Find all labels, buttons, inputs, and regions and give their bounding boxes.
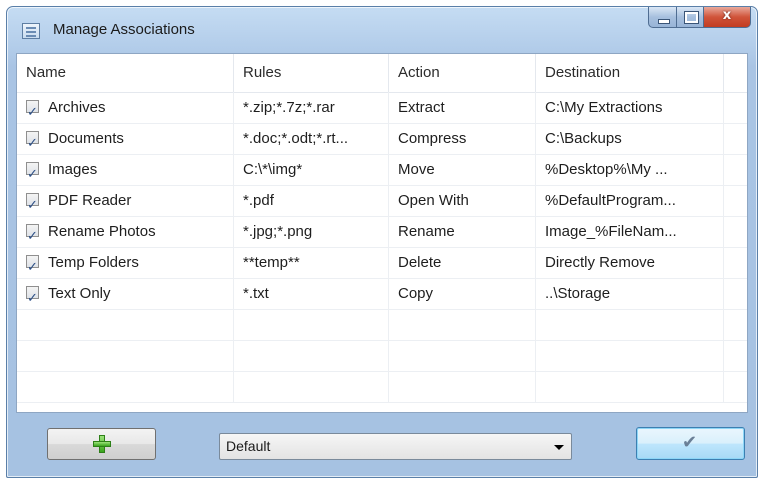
manage-associations-window: Manage Associations x Name Rules Action … bbox=[6, 6, 758, 478]
cell-name: Images bbox=[17, 154, 234, 185]
maximize-button[interactable] bbox=[677, 7, 704, 28]
cell-name: Documents bbox=[17, 123, 234, 154]
cell-action: Extract bbox=[389, 92, 536, 123]
cell-filler bbox=[724, 216, 747, 247]
cell-destination: %DefaultProgram... bbox=[536, 185, 724, 216]
cell-destination: Image_%FileNam... bbox=[536, 216, 724, 247]
minimize-button[interactable] bbox=[648, 7, 677, 28]
cell-rules: *.doc;*.odt;*.rt... bbox=[234, 123, 389, 154]
title-bar[interactable]: Manage Associations x bbox=[7, 7, 757, 49]
table-row[interactable]: Archives *.zip;*.7z;*.rar Extract C:\My … bbox=[17, 92, 747, 124]
cell-name: PDF Reader bbox=[17, 185, 234, 216]
table-header: Name Rules Action Destination bbox=[17, 54, 747, 93]
row-name: Archives bbox=[48, 99, 106, 116]
cell-filler bbox=[724, 92, 747, 123]
cell-destination: ..\Storage bbox=[536, 278, 724, 309]
row-checkbox[interactable] bbox=[26, 128, 39, 154]
cell-action: Copy bbox=[389, 278, 536, 309]
cell-destination: %Desktop%\My ... bbox=[536, 154, 724, 185]
cell-name: Archives bbox=[17, 92, 234, 123]
cell-action: Delete bbox=[389, 247, 536, 278]
cell-destination: C:\Backups bbox=[536, 123, 724, 154]
row-checkbox[interactable] bbox=[26, 221, 39, 247]
cell-filler bbox=[724, 154, 747, 185]
table-row[interactable]: Documents *.doc;*.odt;*.rt... Compress C… bbox=[17, 123, 747, 155]
empty-row bbox=[17, 371, 747, 403]
cell-action: Move bbox=[389, 154, 536, 185]
row-checkbox[interactable] bbox=[26, 283, 39, 309]
table-row[interactable]: Temp Folders **temp** Delete Directly Re… bbox=[17, 247, 747, 279]
cell-rules: C:\*\img* bbox=[234, 154, 389, 185]
add-association-button[interactable] bbox=[47, 428, 156, 460]
cell-action: Rename bbox=[389, 216, 536, 247]
column-header-rules[interactable]: Rules bbox=[234, 54, 389, 92]
bottom-bar: Default ✔ bbox=[16, 419, 748, 469]
table-row[interactable]: PDF Reader *.pdf Open With %DefaultProgr… bbox=[17, 185, 747, 217]
cell-action: Open With bbox=[389, 185, 536, 216]
close-button[interactable]: x bbox=[704, 7, 751, 28]
ok-button[interactable]: ✔ bbox=[636, 427, 745, 460]
cell-name: Text Only bbox=[17, 278, 234, 309]
cell-action: Compress bbox=[389, 123, 536, 154]
cell-filler bbox=[724, 278, 747, 309]
table-row[interactable]: Rename Photos *.jpg;*.png Rename Image_%… bbox=[17, 216, 747, 248]
cell-filler bbox=[724, 185, 747, 216]
row-name: Images bbox=[48, 161, 98, 178]
close-icon: x bbox=[722, 8, 732, 23]
column-header-destination[interactable]: Destination bbox=[536, 54, 724, 92]
cell-destination: Directly Remove bbox=[536, 247, 724, 278]
cell-rules: *.pdf bbox=[234, 185, 389, 216]
cell-name: Temp Folders bbox=[17, 247, 234, 278]
profile-selected-value: Default bbox=[226, 438, 271, 454]
cell-destination: C:\My Extractions bbox=[536, 92, 724, 123]
window-title: Manage Associations bbox=[53, 21, 195, 38]
row-name: PDF Reader bbox=[48, 192, 132, 209]
cell-name: Rename Photos bbox=[17, 216, 234, 247]
plus-icon bbox=[93, 435, 111, 453]
row-name: Rename Photos bbox=[48, 223, 156, 240]
row-checkbox[interactable] bbox=[26, 190, 39, 216]
cell-filler bbox=[724, 123, 747, 154]
cell-rules: *.zip;*.7z;*.rar bbox=[234, 92, 389, 123]
table-row[interactable]: Images C:\*\img* Move %Desktop%\My ... bbox=[17, 154, 747, 186]
caption-buttons: x bbox=[648, 7, 751, 29]
row-name: Documents bbox=[48, 130, 124, 147]
row-checkbox[interactable] bbox=[26, 97, 39, 123]
list-window-icon bbox=[22, 23, 40, 39]
chevron-down-icon bbox=[554, 445, 564, 450]
table-row[interactable]: Text Only *.txt Copy ..\Storage bbox=[17, 278, 747, 310]
empty-row bbox=[17, 340, 747, 372]
cell-rules: *.txt bbox=[234, 278, 389, 309]
profile-dropdown[interactable]: Default bbox=[219, 433, 572, 460]
cell-rules: **temp** bbox=[234, 247, 389, 278]
checkmark-icon: ✔ bbox=[682, 432, 698, 453]
row-checkbox[interactable] bbox=[26, 252, 39, 278]
row-checkbox[interactable] bbox=[26, 159, 39, 185]
row-name: Text Only bbox=[48, 285, 111, 302]
empty-row bbox=[17, 309, 747, 341]
column-header-action[interactable]: Action bbox=[389, 54, 536, 92]
associations-table: Name Rules Action Destination Archives *… bbox=[16, 53, 748, 413]
column-header-name[interactable]: Name bbox=[17, 54, 234, 92]
row-name: Temp Folders bbox=[48, 254, 139, 271]
column-header-filler bbox=[724, 54, 747, 92]
cell-filler bbox=[724, 247, 747, 278]
cell-rules: *.jpg;*.png bbox=[234, 216, 389, 247]
